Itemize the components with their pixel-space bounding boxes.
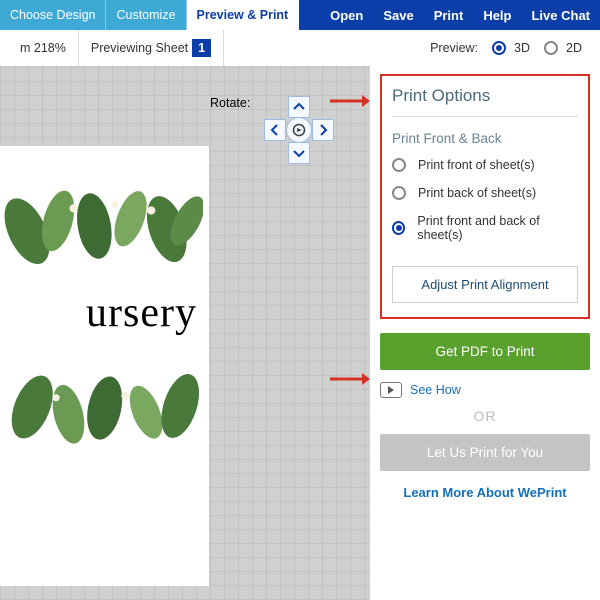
see-how-link[interactable]: See How (380, 382, 590, 398)
rotate-label: Rotate: (210, 96, 250, 110)
preview-mode-label: Preview: (430, 41, 478, 55)
menu-open[interactable]: Open (320, 0, 373, 30)
chevron-left-icon (269, 124, 281, 136)
menu-print[interactable]: Print (424, 0, 474, 30)
previewing-sheet: Previewing Sheet 1 (79, 30, 224, 66)
label-2d: 2D (566, 41, 582, 55)
canvas-area[interactable]: Rotate: (0, 66, 370, 600)
option-print-front[interactable]: Print front of sheet(s) (392, 158, 578, 172)
chevron-down-icon (293, 147, 305, 159)
radio-front[interactable] (392, 158, 406, 172)
annotation-arrow-top (330, 94, 370, 108)
foliage-top-icon (0, 166, 203, 286)
foliage-bottom-icon (0, 347, 203, 467)
top-nav: Choose Design Customize Preview & Print … (0, 0, 600, 30)
print-options-panel: Print Options Print Front & Back Print f… (380, 74, 590, 319)
rotate-icon (291, 122, 307, 138)
menu-save[interactable]: Save (373, 0, 423, 30)
rotate-right-button[interactable] (312, 119, 334, 141)
get-pdf-button[interactable]: Get PDF to Print (380, 333, 590, 370)
rotate-up-button[interactable] (288, 96, 310, 118)
option-front-label: Print front of sheet(s) (418, 158, 535, 172)
radio-back[interactable] (392, 186, 406, 200)
chevron-right-icon (317, 124, 329, 136)
panel-subhead: Print Front & Back (392, 131, 578, 146)
rotate-pad (264, 96, 334, 166)
radio-both[interactable] (392, 221, 405, 235)
label-3d: 3D (514, 41, 530, 55)
option-print-back[interactable]: Print back of sheet(s) (392, 186, 578, 200)
or-divider: OR (380, 408, 590, 424)
radio-3d[interactable] (492, 41, 506, 55)
side-panel: Print Options Print Front & Back Print f… (370, 66, 600, 600)
learn-more-link[interactable]: Learn More About WePrint (380, 485, 590, 500)
option-back-label: Print back of sheet(s) (418, 186, 536, 200)
radio-2d[interactable] (544, 41, 558, 55)
play-icon (380, 382, 402, 398)
annotation-arrow-bottom (330, 372, 370, 386)
option-print-both[interactable]: Print front and back of sheet(s) (392, 214, 578, 242)
panel-title: Print Options (392, 86, 578, 117)
chevron-up-icon (293, 101, 305, 113)
rotate-reset-button[interactable] (286, 117, 312, 143)
menu-help[interactable]: Help (473, 0, 521, 30)
zoom-level: m 218% (8, 30, 79, 66)
sub-toolbar: m 218% Previewing Sheet 1 Preview: 3D 2D (0, 30, 600, 66)
option-both-label: Print front and back of sheet(s) (417, 214, 578, 242)
adjust-alignment-button[interactable]: Adjust Print Alignment (392, 266, 578, 303)
rotate-down-button[interactable] (288, 142, 310, 164)
card-title: ursery (0, 289, 203, 337)
tab-choose-design[interactable]: Choose Design (0, 0, 106, 30)
sheet-number[interactable]: 1 (192, 39, 211, 57)
see-how-label: See How (410, 383, 461, 397)
preview-sheet: ursery (0, 146, 210, 586)
let-us-print-button[interactable]: Let Us Print for You (380, 434, 590, 471)
tab-preview-print[interactable]: Preview & Print (187, 0, 300, 30)
rotate-left-button[interactable] (264, 119, 286, 141)
tab-customize[interactable]: Customize (106, 0, 186, 30)
previewing-label: Previewing Sheet (91, 41, 188, 55)
menu-live-chat[interactable]: Live Chat (521, 0, 600, 30)
